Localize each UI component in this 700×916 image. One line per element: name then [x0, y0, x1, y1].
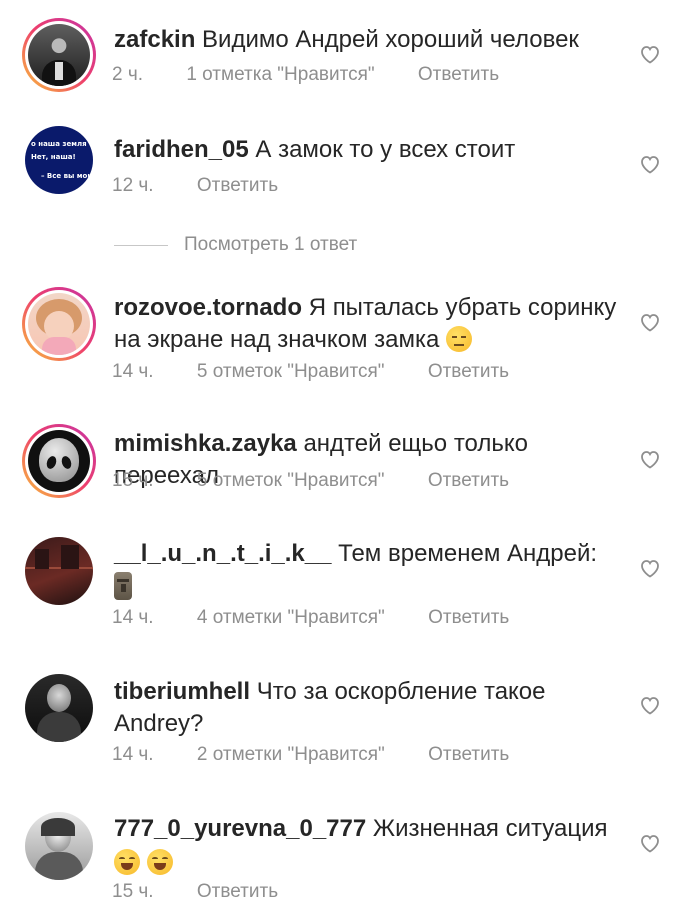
comment-body: faridhen_05 А замок то у всех стоит — [114, 134, 625, 166]
comment-meta: 14 ч. 5 отметок "Нравится" Ответить — [112, 361, 547, 383]
reply-button[interactable]: Ответить — [428, 361, 509, 382]
comment-text: Видимо Андрей хороший человек — [202, 26, 579, 53]
comment-username[interactable]: mimishka.zayka — [114, 430, 297, 457]
comment-meta: 15 ч. 5 отметок "Нравится" Ответить — [112, 470, 547, 492]
comment-time: 15 ч. — [112, 470, 154, 491]
expressionless-emoji-icon — [446, 326, 473, 352]
like-heart-icon[interactable] — [638, 447, 662, 471]
comment-body: zafckin Видимо Андрей хороший человек — [114, 24, 625, 56]
reply-button[interactable]: Ответить — [428, 744, 509, 765]
comment-body: tiberiumhell Что за оскорбление такое An… — [114, 676, 625, 740]
joy-emoji-icon — [114, 849, 140, 875]
avatar[interactable] — [22, 287, 96, 361]
comment-text: Тем временем Андрей: — [338, 540, 598, 567]
avatar[interactable] — [25, 537, 93, 605]
comment-likes[interactable]: 5 отметок "Нравится" — [197, 470, 385, 491]
comment-meta: 15 ч. Ответить — [112, 881, 316, 903]
reply-button[interactable]: Ответить — [428, 607, 509, 628]
like-heart-icon[interactable] — [638, 152, 662, 176]
comment-username[interactable]: faridhen_05 — [114, 136, 249, 163]
comment-meta: 14 ч. 2 отметки "Нравится" Ответить — [112, 744, 547, 766]
comment-meta: 14 ч. 4 отметки "Нравится" Ответить — [112, 607, 547, 629]
avatar-text: – Все вы мои — [41, 172, 93, 180]
comment-time: 14 ч. — [112, 744, 154, 765]
comment-likes[interactable]: 5 отметок "Нравится" — [197, 361, 385, 382]
view-replies-button[interactable]: Посмотреть 1 ответ — [114, 232, 357, 258]
reply-button[interactable]: Ответить — [197, 881, 278, 902]
like-heart-icon[interactable] — [638, 310, 662, 334]
comment-username[interactable]: 777_0_yurevna_0_777 — [114, 815, 366, 842]
reply-button[interactable]: Ответить — [197, 175, 278, 196]
comment-likes[interactable]: 1 отметка "Нравится" — [186, 64, 374, 85]
avatar[interactable]: о наша земля Нет, наша! – Все вы мои — [25, 126, 93, 194]
like-heart-icon[interactable] — [638, 556, 662, 580]
comment-body: 777_0_yurevna_0_777 Жизненная ситуация — [114, 813, 625, 879]
comment-likes[interactable]: 4 отметки "Нравится" — [197, 607, 385, 628]
comment-body: rozovoe.tornado Я пыталась убрать соринк… — [114, 292, 625, 356]
comment-body: __l_.u_.n_.t_.i_.k__ Тем временем Андрей… — [114, 538, 625, 600]
divider — [114, 244, 168, 246]
comment-time: 15 ч. — [112, 881, 154, 902]
comment-username[interactable]: zafckin — [114, 26, 195, 53]
avatar[interactable] — [22, 18, 96, 92]
like-heart-icon[interactable] — [638, 42, 662, 66]
comment-text: А замок то у всех стоит — [255, 136, 516, 163]
avatar[interactable] — [25, 674, 93, 742]
comment-meta: 12 ч. Ответить — [112, 175, 316, 197]
view-replies-label: Посмотреть 1 ответ — [184, 234, 358, 255]
avatar[interactable] — [25, 812, 93, 880]
reply-button[interactable]: Ответить — [418, 64, 499, 85]
comment-likes[interactable]: 2 отметки "Нравится" — [197, 744, 385, 765]
comment-username[interactable]: __l_.u_.n_.t_.i_.k__ — [114, 540, 331, 567]
comment-time: 14 ч. — [112, 607, 154, 628]
avatar-text: о наша земля — [31, 140, 87, 148]
like-heart-icon[interactable] — [638, 693, 662, 717]
avatar-text: Нет, наша! — [31, 153, 76, 161]
avatar[interactable] — [22, 424, 96, 498]
comment-username[interactable]: rozovoe.tornado — [114, 294, 302, 321]
comment-time: 12 ч. — [112, 175, 154, 196]
comment-username[interactable]: tiberiumhell — [114, 678, 250, 705]
like-heart-icon[interactable] — [638, 831, 662, 855]
moai-emoji-icon — [114, 572, 132, 600]
comment-meta: 2 ч. 1 отметка "Нравится" Ответить — [112, 64, 537, 86]
emoji-row — [114, 847, 625, 879]
joy-emoji-icon — [146, 849, 173, 875]
comment-time: 2 ч. — [112, 64, 144, 85]
comment-text: Жизненная ситуация — [372, 815, 608, 842]
comment-time: 14 ч. — [112, 361, 154, 382]
reply-button[interactable]: Ответить — [428, 470, 509, 491]
